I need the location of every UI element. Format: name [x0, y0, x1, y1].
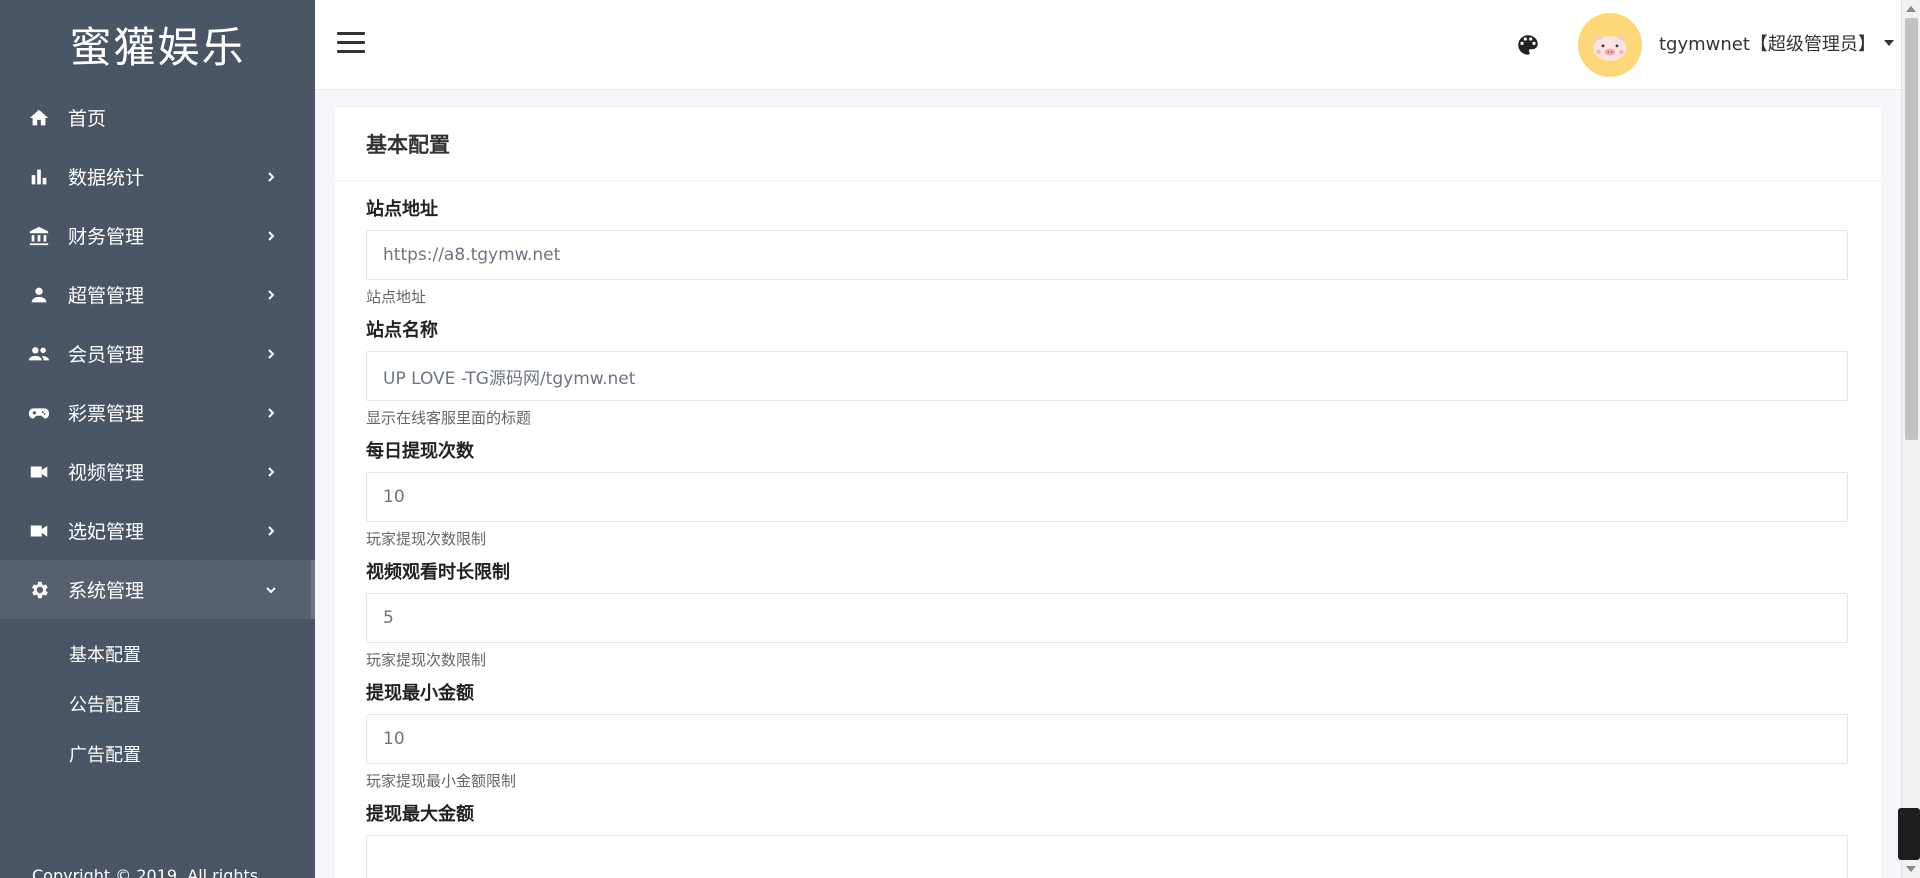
sidebar-item-finance[interactable]: 财务管理	[0, 206, 315, 265]
daily-withdraw-count-input[interactable]	[366, 472, 1848, 522]
chevron-down-icon	[265, 584, 277, 596]
bar-chart-icon	[28, 166, 50, 188]
sidebar-nav: 首页 数据统计 财务管理 超管管理 会员管理 彩票管理 视频管理 选妃管理 系统…	[0, 88, 315, 619]
field-label: 视频观看时长限制	[366, 562, 510, 583]
video-watch-limit-input[interactable]	[366, 593, 1848, 643]
max-withdraw-input[interactable]	[366, 835, 1848, 878]
field-site-name: 站点名称 显示在线客服里面的标题	[366, 320, 1850, 427]
chevron-right-icon	[265, 289, 277, 301]
sidebar-item-members[interactable]: 会员管理	[0, 324, 315, 383]
field-site-url: 站点地址 站点地址	[366, 199, 1850, 306]
sidebar-subitem-notice-config[interactable]: 公告配置	[0, 679, 315, 729]
field-help: 玩家提现最小金额限制	[366, 772, 517, 790]
field-help: 站点地址	[366, 288, 427, 306]
chevron-right-icon	[265, 466, 277, 478]
field-daily-withdraw-count: 每日提现次数 玩家提现次数限制	[366, 441, 1850, 548]
chevron-right-icon	[265, 525, 277, 537]
page-scrollbar[interactable]	[1901, 0, 1920, 878]
field-label: 站点地址	[366, 199, 438, 220]
sidebar-submenu: 基本配置 公告配置 广告配置	[0, 619, 315, 779]
sidebar-item-home[interactable]: 首页	[0, 88, 315, 147]
sidebar-item-label: 彩票管理	[68, 403, 145, 425]
sidebar-item-admin[interactable]: 超管管理	[0, 265, 315, 324]
field-help: 玩家提现次数限制	[366, 651, 487, 669]
sidebar-item-label: 财务管理	[68, 226, 145, 248]
sidebar-item-label: 数据统计	[68, 167, 145, 189]
caret-down-icon	[1883, 40, 1894, 46]
sidebar-item-system[interactable]: 系统管理	[0, 560, 315, 619]
sidebar-item-label: 超管管理	[68, 285, 145, 307]
sidebar-item-selection[interactable]: 选妃管理	[0, 501, 315, 560]
scroll-down-icon[interactable]	[1906, 866, 1916, 872]
top-header: tgymwnet【超级管理员】	[315, 0, 1901, 90]
field-max-withdraw: 提现最大金额	[366, 804, 1850, 878]
field-help: 玩家提现次数限制	[366, 530, 487, 548]
user-menu[interactable]: tgymwnet【超级管理员】	[1659, 30, 1894, 56]
brand-logo: 蜜獾娱乐	[69, 22, 246, 72]
person-icon	[28, 284, 50, 306]
pig-avatar[interactable]	[1578, 13, 1642, 77]
user-name: tgymwnet【超级管理员】	[1659, 34, 1876, 55]
chevron-right-icon	[265, 171, 277, 183]
sidebar-subitem-basic-config[interactable]: 基本配置	[0, 629, 315, 679]
sidebar-item-lottery[interactable]: 彩票管理	[0, 383, 315, 442]
field-video-watch-limit: 视频观看时长限制 玩家提现次数限制	[366, 562, 1850, 669]
videocam-icon	[28, 520, 50, 542]
chevron-right-icon	[265, 230, 277, 242]
field-label: 提现最小金额	[366, 683, 474, 704]
scroll-thumb[interactable]	[1905, 18, 1918, 440]
page-title: 基本配置	[335, 108, 1881, 181]
min-withdraw-input[interactable]	[366, 714, 1848, 764]
bank-icon	[28, 225, 50, 247]
site-url-input[interactable]	[366, 230, 1848, 280]
config-card: 基本配置 站点地址 站点地址 站点名称 显示在线客服里面的标题 每日提现次数 玩…	[335, 108, 1881, 878]
videocam-icon	[28, 461, 50, 483]
sidebar-item-label: 视频管理	[68, 462, 145, 484]
sidebar-subitem-ad-config[interactable]: 广告配置	[0, 729, 315, 779]
field-label: 每日提现次数	[366, 441, 474, 462]
home-icon	[28, 107, 50, 129]
palette-icon[interactable]	[1515, 32, 1541, 58]
gamepad-icon	[28, 402, 50, 424]
sidebar-item-label: 首页	[68, 108, 107, 130]
sidebar-item-label: 选妃管理	[68, 521, 145, 543]
sidebar-item-videos[interactable]: 视频管理	[0, 442, 315, 501]
field-label: 提现最大金额	[366, 804, 474, 825]
config-form: 站点地址 站点地址 站点名称 显示在线客服里面的标题 每日提现次数 玩家提现次数…	[335, 181, 1881, 878]
menu-icon[interactable]	[337, 32, 365, 56]
field-min-withdraw: 提现最小金额 玩家提现最小金额限制	[366, 683, 1850, 790]
gear-icon	[28, 579, 50, 601]
sidebar-item-label: 会员管理	[68, 344, 145, 366]
side-widget[interactable]	[1898, 808, 1920, 860]
chevron-right-icon	[265, 407, 277, 419]
sidebar-item-stats[interactable]: 数据统计	[0, 147, 315, 206]
site-name-input[interactable]	[366, 351, 1848, 401]
people-icon	[28, 343, 50, 365]
sidebar: 蜜獾娱乐 首页 数据统计 财务管理 超管管理 会员管理 彩票管理 视频管理 选妃…	[0, 0, 315, 878]
scroll-up-icon[interactable]	[1906, 6, 1916, 12]
sidebar-item-label: 系统管理	[68, 580, 145, 602]
field-help: 显示在线客服里面的标题	[366, 409, 532, 427]
field-label: 站点名称	[366, 320, 438, 341]
copyright-text: Copyright © 2019. All rights	[32, 866, 259, 878]
chevron-right-icon	[265, 348, 277, 360]
